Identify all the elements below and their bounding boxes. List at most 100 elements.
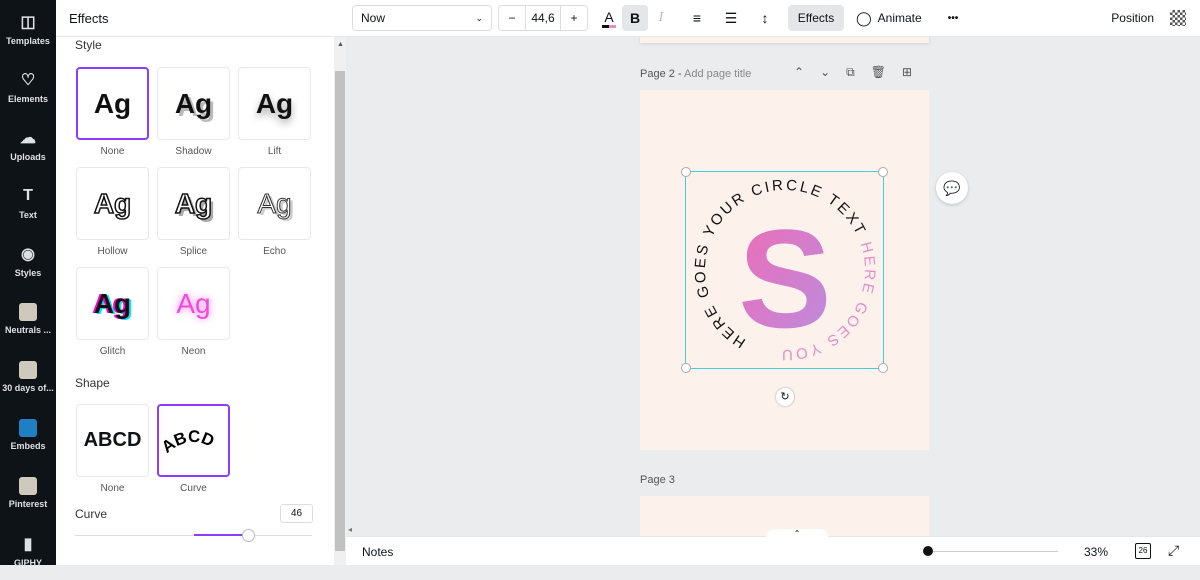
style-label: Lift	[267, 146, 282, 157]
move-page-down-icon[interactable]: ⌄	[820, 65, 830, 80]
chevron-down-icon: ⌄	[475, 12, 483, 23]
rail-item-30-days-of[interactable]: 30 days of...	[0, 348, 56, 406]
zoom-level[interactable]: 33%	[1084, 545, 1108, 559]
style-sample: Ag	[174, 187, 213, 220]
pinterest-thumb-icon	[19, 477, 37, 495]
style-splice-option[interactable]: Ag	[157, 167, 230, 240]
delete-page-icon[interactable]: 🗑	[871, 65, 886, 80]
rail-label: Pinterest	[8, 499, 48, 509]
page-2-header: Page 2 - Add page title	[640, 68, 752, 80]
animate-icon: ◯	[856, 9, 872, 26]
style-neon-option[interactable]: Ag	[157, 267, 230, 340]
position-button[interactable]: Position	[1111, 5, 1154, 31]
bottom-bar: Notes 33% 26 ⤢ ⌃	[346, 529, 1200, 565]
style-lift-option[interactable]: Ag	[238, 67, 311, 140]
fullscreen-icon[interactable]: ⤢	[1168, 542, 1179, 559]
text-icon: T	[23, 187, 33, 204]
uploads-icon: ☁	[20, 130, 36, 147]
style-heading: Style	[75, 38, 102, 52]
font-size-stepper[interactable]: − 44,6 +	[498, 5, 588, 31]
bold-button[interactable]: B	[622, 5, 648, 31]
rail-label: 30 days of...	[2, 383, 54, 393]
style-shadow-option[interactable]: Ag	[157, 67, 230, 140]
zoom-slider[interactable]	[923, 546, 1058, 556]
style-sample: Ag	[93, 187, 132, 220]
add-page-icon[interactable]: ⊞	[902, 65, 912, 80]
style-label: Echo	[263, 246, 286, 257]
style-label: Glitch	[99, 346, 126, 357]
spacing-icon[interactable]: ↕	[748, 5, 782, 31]
style-glitch-option[interactable]: Ag	[76, 267, 149, 340]
style-label: None	[100, 146, 125, 157]
rail-item-elements[interactable]: ♡ Elements	[0, 58, 56, 116]
style-label: Splice	[179, 246, 208, 257]
expand-pages-icon[interactable]: ⌃	[766, 529, 828, 539]
style-none-option[interactable]: Ag	[76, 67, 149, 140]
rail-item-uploads[interactable]: ☁ Uploads	[0, 116, 56, 174]
curve-slider-handle[interactable]	[242, 529, 255, 542]
page-3-label: Page 3	[640, 474, 675, 486]
folder-thumb-icon	[19, 361, 37, 379]
italic-button[interactable]: I	[648, 5, 674, 31]
shape-curve-label: Curve	[180, 483, 207, 494]
font-dropdown[interactable]: Now ⌄	[352, 5, 492, 31]
move-page-up-icon[interactable]: ⌃	[794, 65, 804, 80]
giphy-icon: ▮	[23, 536, 33, 553]
rail-item-templates[interactable]: ◫ Templates	[0, 0, 56, 58]
toolbar: Now ⌄ − 44,6 + A B I ≡ ☰ ↕ Effects ◯ Anima…	[346, 0, 1200, 37]
scroll-left-icon[interactable]: ◂	[348, 525, 352, 534]
decrease-size-button[interactable]: −	[499, 11, 525, 25]
transparency-icon[interactable]	[1170, 10, 1186, 26]
folder-thumb-icon	[19, 303, 37, 321]
rotate-handle-icon[interactable]: ↻	[776, 388, 794, 406]
style-label: Shadow	[175, 146, 212, 157]
shape-none-label: None	[100, 483, 125, 494]
rail-item-giphy[interactable]: ▮ GIPHY	[0, 522, 56, 580]
selected-text-element[interactable]: S HERE GOES YOUR CIRCLE TEXT HERE GOES Y…	[681, 167, 888, 406]
embeds-icon	[19, 419, 37, 437]
rail-label: Neutrals ...	[4, 325, 51, 335]
zoom-slider-handle[interactable]	[923, 546, 933, 556]
rail-item-neutrals[interactable]: Neutrals ...	[0, 290, 56, 348]
text-color-button[interactable]: A	[596, 5, 622, 31]
font-size-input[interactable]: 44,6	[525, 6, 561, 30]
duplicate-page-icon[interactable]: ⧉	[846, 65, 855, 80]
page-count-button[interactable]: 26	[1135, 543, 1151, 559]
curve-value-input[interactable]: 46	[280, 504, 313, 523]
page-title-input[interactable]: Add page title	[684, 68, 751, 80]
rail-item-styles[interactable]: ◉ Styles	[0, 232, 56, 290]
shape-heading: Shape	[75, 376, 110, 390]
curve-label: Curve	[75, 507, 108, 521]
curve-slider-track[interactable]	[75, 529, 312, 542]
comment-button[interactable]: 💬	[936, 172, 968, 204]
svg-text:ABCD: ABCD	[159, 426, 217, 456]
elements-icon: ♡	[20, 72, 36, 89]
gradient-s-letter: S	[738, 200, 831, 357]
style-hollow-option[interactable]: Ag	[76, 167, 149, 240]
rail-label: Embeds	[10, 441, 46, 451]
increase-size-button[interactable]: +	[561, 11, 587, 25]
shape-curve-option[interactable]: ABCD	[157, 404, 230, 477]
rail-item-text[interactable]: T Text	[0, 174, 56, 232]
align-center-icon[interactable]: ≡	[680, 5, 714, 31]
style-echo-option[interactable]: Ag	[238, 167, 311, 240]
canvas-area: Page 2 - Add page title ⌃ ⌄ ⧉ 🗑 ⊞ S HERE GOE…	[346, 37, 1200, 536]
rail-item-pinterest[interactable]: Pinterest	[0, 464, 56, 522]
notes-button[interactable]: Notes	[362, 545, 393, 559]
style-sample: Ag	[174, 87, 213, 119]
rail-item-embeds[interactable]: Embeds	[0, 406, 56, 464]
more-button[interactable]: •••	[948, 5, 959, 31]
panel-scrollbar[interactable]: ▲	[334, 37, 346, 565]
panel-title: Effects	[56, 0, 346, 37]
animate-button[interactable]: ◯ Animate	[856, 5, 922, 31]
effects-panel: Effects ▲ Style Ag None Ag Shadow Ag Lift Ag Ho…	[56, 0, 346, 565]
list-icon[interactable]: ☰	[714, 5, 748, 31]
style-sample: Ag	[257, 187, 292, 219]
page-1	[640, 37, 929, 43]
style-label: Hollow	[97, 246, 128, 257]
effects-button[interactable]: Effects	[788, 5, 844, 31]
style-sample: Ag	[93, 87, 132, 119]
shape-none-option[interactable]: ABCD	[76, 404, 149, 477]
templates-icon: ◫	[20, 14, 36, 31]
rail-label: Templates	[6, 36, 50, 46]
